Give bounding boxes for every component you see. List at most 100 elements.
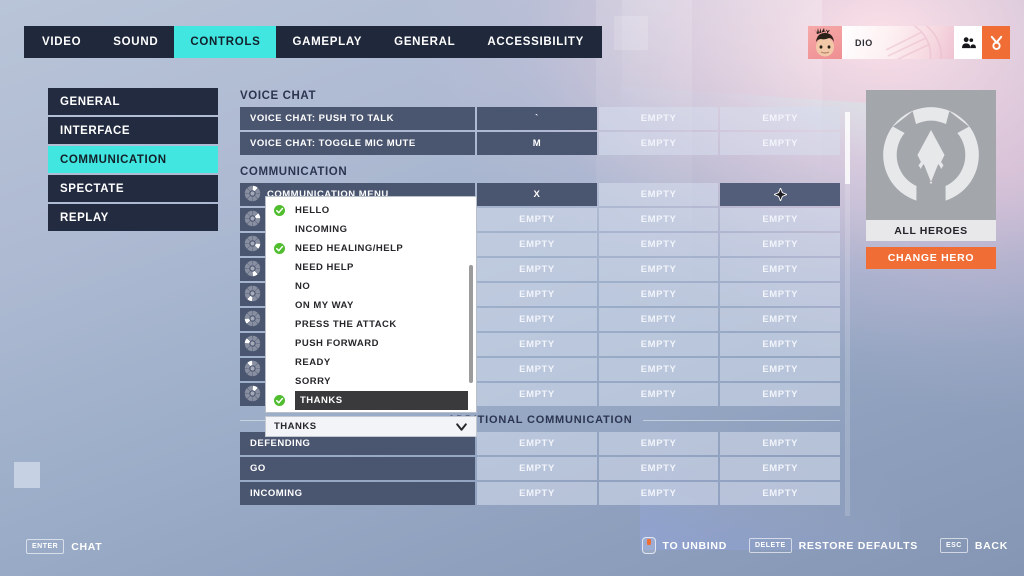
key-bind-value: EMPTY — [762, 138, 799, 149]
key-bind-cell-3[interactable]: EMPTY — [720, 383, 840, 406]
binding-name-cell[interactable]: GO — [240, 457, 476, 480]
key-bind-cell-3[interactable]: EMPTY — [720, 482, 841, 505]
key-bind-cell-2[interactable]: EMPTY — [598, 383, 719, 406]
key-bind-cell-3[interactable]: EMPTY — [720, 132, 841, 155]
sidebar-item-general[interactable]: GENERAL — [48, 88, 218, 115]
key-bind-cell-2[interactable]: EMPTY — [598, 358, 719, 381]
binding-name-cell[interactable]: INCOMING — [240, 482, 476, 505]
key-bind-cell-2[interactable]: EMPTY — [598, 107, 719, 130]
key-bind-cell-3[interactable]: EMPTY — [720, 457, 841, 480]
key-bind-cell-1[interactable]: EMPTY — [477, 333, 597, 356]
key-bind-cell-1[interactable]: ` — [477, 107, 597, 130]
dropdown-option[interactable]: ON MY WAY — [266, 296, 476, 315]
dropdown-scrollbar-thumb[interactable] — [469, 265, 473, 383]
tab-video[interactable]: VIDEO — [26, 26, 97, 58]
tab-accessibility[interactable]: ACCESSIBILITY — [471, 26, 600, 58]
dropdown-option-label: INCOMING — [295, 224, 348, 235]
key-bind-cell-3[interactable]: EMPTY — [720, 432, 841, 455]
key-bind-cell-3[interactable]: EMPTY — [720, 308, 840, 331]
key-bind-cell-1[interactable]: EMPTY — [477, 258, 597, 281]
check-placeholder — [274, 281, 285, 292]
key-bind-cell-3[interactable]: EMPTY — [720, 208, 840, 231]
key-bind-cell-3[interactable]: EMPTY — [720, 283, 840, 306]
dropdown-option[interactable]: HELLO — [266, 201, 476, 220]
dropdown-option[interactable]: NO — [266, 277, 476, 296]
tab-general[interactable]: GENERAL — [378, 26, 471, 58]
key-bind-cell-2[interactable]: EMPTY — [598, 132, 719, 155]
key-bind-cell-2[interactable]: EMPTY — [598, 482, 719, 505]
medal-icon[interactable] — [982, 26, 1010, 59]
key-bind-value: EMPTY — [640, 463, 677, 474]
hero-panel: ALL HEROES CHANGE HERO — [866, 90, 996, 269]
sidebar-item-interface[interactable]: INTERFACE — [48, 117, 218, 144]
key-bind-cell-1[interactable]: EMPTY — [477, 432, 597, 455]
dropdown-option[interactable]: INCOMING — [266, 220, 476, 239]
tab-gameplay[interactable]: GAMEPLAY — [276, 26, 378, 58]
footer-hint[interactable]: TO UNBIND — [641, 537, 727, 554]
footer-hint[interactable]: ESC BACK — [939, 538, 1008, 553]
wheel-icon-5 — [244, 310, 261, 330]
key-bind-cell-1[interactable]: EMPTY — [477, 208, 597, 231]
key-bind-cell-2[interactable]: EMPTY — [598, 183, 719, 206]
check-placeholder — [274, 319, 285, 330]
key-bind-value: EMPTY — [640, 113, 677, 124]
key-bind-cell-1[interactable]: EMPTY — [477, 457, 597, 480]
key-bind-cell-1[interactable]: EMPTY — [477, 283, 597, 306]
sidebar-item-replay[interactable]: REPLAY — [48, 204, 218, 231]
key-bind-cell-2[interactable]: EMPTY — [598, 233, 719, 256]
key-bind-cell-2[interactable]: EMPTY — [598, 308, 719, 331]
check-placeholder — [274, 357, 285, 368]
binding-name-label: VOICE CHAT: TOGGLE MIC MUTE — [250, 138, 416, 149]
key-bind-cell-3[interactable] — [720, 183, 840, 206]
change-hero-button[interactable]: CHANGE HERO — [866, 247, 996, 269]
dropdown-option[interactable]: PUSH FORWARD — [266, 334, 476, 353]
footer-hint-chat[interactable]: ENTER CHAT — [26, 539, 102, 554]
key-bind-cell-2[interactable]: EMPTY — [598, 258, 719, 281]
group-icon[interactable] — [954, 26, 982, 59]
key-bind-cell-2[interactable]: EMPTY — [598, 283, 719, 306]
key-bind-value: EMPTY — [519, 214, 555, 225]
dropdown-option-label: NEED HELP — [295, 262, 354, 273]
key-bind-cell-1[interactable]: EMPTY — [477, 233, 597, 256]
player-card[interactable]: DIO — [808, 26, 1010, 59]
key-bind-cell-3[interactable]: EMPTY — [720, 258, 840, 281]
content-scrollbar-thumb[interactable] — [845, 112, 850, 184]
key-bind-cell-2[interactable]: EMPTY — [598, 333, 719, 356]
key-bind-cell-1[interactable]: EMPTY — [477, 308, 597, 331]
key-bind-cell-2[interactable]: EMPTY — [598, 457, 719, 480]
key-bind-cell-1[interactable]: M — [477, 132, 597, 155]
key-bind-cell-3[interactable]: EMPTY — [720, 107, 841, 130]
dropdown-option[interactable]: READY — [266, 353, 476, 372]
footer-hint[interactable]: DELETE RESTORE DEFAULTS — [749, 538, 918, 553]
tab-controls[interactable]: CONTROLS — [174, 26, 277, 58]
key-bind-cell-1[interactable]: EMPTY — [477, 482, 597, 505]
footer-hint-label: TO UNBIND — [662, 539, 727, 552]
dropdown-option[interactable]: THANKS — [274, 391, 468, 410]
dropdown-option[interactable]: PRESS THE ATTACK — [266, 315, 476, 334]
dropdown-selected-value-button[interactable]: THANKS — [265, 416, 477, 437]
sidebar-item-communication[interactable]: COMMUNICATION — [48, 146, 218, 173]
dropdown-option-label: PUSH FORWARD — [295, 338, 379, 349]
key-bind-cell-3[interactable]: EMPTY — [720, 233, 840, 256]
key-bind-cell-1[interactable]: X — [477, 183, 597, 206]
divider-line-right — [642, 419, 840, 421]
key-bind-cell-1[interactable]: EMPTY — [477, 358, 597, 381]
key-bind-cell-2[interactable]: EMPTY — [598, 432, 719, 455]
dropdown-option[interactable]: NEED HELP — [266, 258, 476, 277]
binding-name-cell[interactable]: VOICE CHAT: PUSH TO TALK — [240, 107, 476, 130]
key-bind-value: EMPTY — [640, 189, 677, 200]
binding-name-cell[interactable]: VOICE CHAT: TOGGLE MIC MUTE — [240, 132, 476, 155]
dropdown-option[interactable]: SORRY — [266, 372, 476, 391]
key-bind-value: EMPTY — [519, 463, 555, 474]
wheel-icon-6 — [244, 335, 261, 355]
key-bind-cell-2[interactable]: EMPTY — [598, 208, 719, 231]
key-bind-cell-1[interactable]: EMPTY — [477, 383, 597, 406]
key-bind-cell-3[interactable]: EMPTY — [720, 358, 840, 381]
binding-name-label: GO — [250, 463, 266, 474]
dropdown-option[interactable]: NEED HEALING/HELP — [266, 239, 476, 258]
content-scrollbar[interactable] — [845, 112, 850, 516]
sidebar-item-spectate[interactable]: SPECTATE — [48, 175, 218, 202]
key-bind-cell-3[interactable]: EMPTY — [720, 333, 840, 356]
check-placeholder — [274, 224, 285, 235]
tab-sound[interactable]: SOUND — [97, 26, 174, 58]
